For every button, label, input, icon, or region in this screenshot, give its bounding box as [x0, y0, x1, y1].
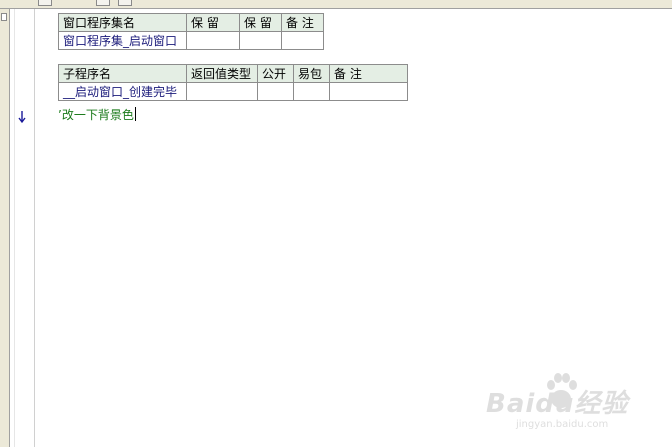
- easy-package-cell[interactable]: [293, 82, 330, 101]
- toolbar-strip: [0, 0, 672, 9]
- panel-toggle[interactable]: [1, 13, 7, 21]
- toolbar-button[interactable]: [96, 0, 110, 6]
- toolbar-button[interactable]: [118, 0, 132, 6]
- watermark: Baidu经验 jingyan.baidu.com: [486, 371, 654, 437]
- subroutine-name-cell[interactable]: __启动窗口_创建完毕: [58, 82, 187, 101]
- text-caret: [134, 107, 136, 121]
- subroutine-table: 子程序名 返回值类型 公开 易包 备 注 __启动窗口_创建完毕: [58, 64, 408, 101]
- notes-cell[interactable]: [281, 31, 324, 50]
- reserved-cell-1[interactable]: [186, 31, 240, 50]
- reserved-cell-2[interactable]: [239, 31, 282, 50]
- col-easy-package: 易包: [293, 64, 330, 83]
- return-type-cell[interactable]: [186, 82, 258, 101]
- left-panel-edge: [0, 9, 10, 447]
- col-notes: 备 注: [329, 64, 408, 83]
- col-subroutine-name: 子程序名: [58, 64, 187, 83]
- col-reserved-2: 保 留: [239, 13, 282, 32]
- watermark-text: Baidu经验: [486, 389, 629, 419]
- col-notes: 备 注: [281, 13, 324, 32]
- col-return-type: 返回值类型: [186, 64, 258, 83]
- window-assembly-table: 窗口程序集名 保 留 保 留 备 注 窗口程序集_启动窗口: [58, 13, 324, 50]
- table-row[interactable]: 窗口程序集_启动窗口: [58, 31, 324, 50]
- gutter-divider: [14, 9, 15, 447]
- table-row[interactable]: __启动窗口_创建完毕: [58, 82, 408, 101]
- col-assembly-name: 窗口程序集名: [58, 13, 187, 32]
- public-cell[interactable]: [257, 82, 294, 101]
- table-header-row: 子程序名 返回值类型 公开 易包 备 注: [58, 64, 408, 83]
- assembly-name-cell[interactable]: 窗口程序集_启动窗口: [58, 31, 187, 50]
- comment-text: ’改一下背景色: [58, 108, 134, 122]
- current-line-arrow-icon: [18, 111, 26, 124]
- watermark-url: jingyan.baidu.com: [516, 419, 609, 430]
- col-public: 公开: [257, 64, 294, 83]
- table-header-row: 窗口程序集名 保 留 保 留 备 注: [58, 13, 324, 32]
- notes-cell[interactable]: [329, 82, 408, 101]
- col-reserved-1: 保 留: [186, 13, 240, 32]
- code-comment-line[interactable]: ’改一下背景色: [58, 107, 136, 123]
- toolbar-button[interactable]: [38, 0, 52, 6]
